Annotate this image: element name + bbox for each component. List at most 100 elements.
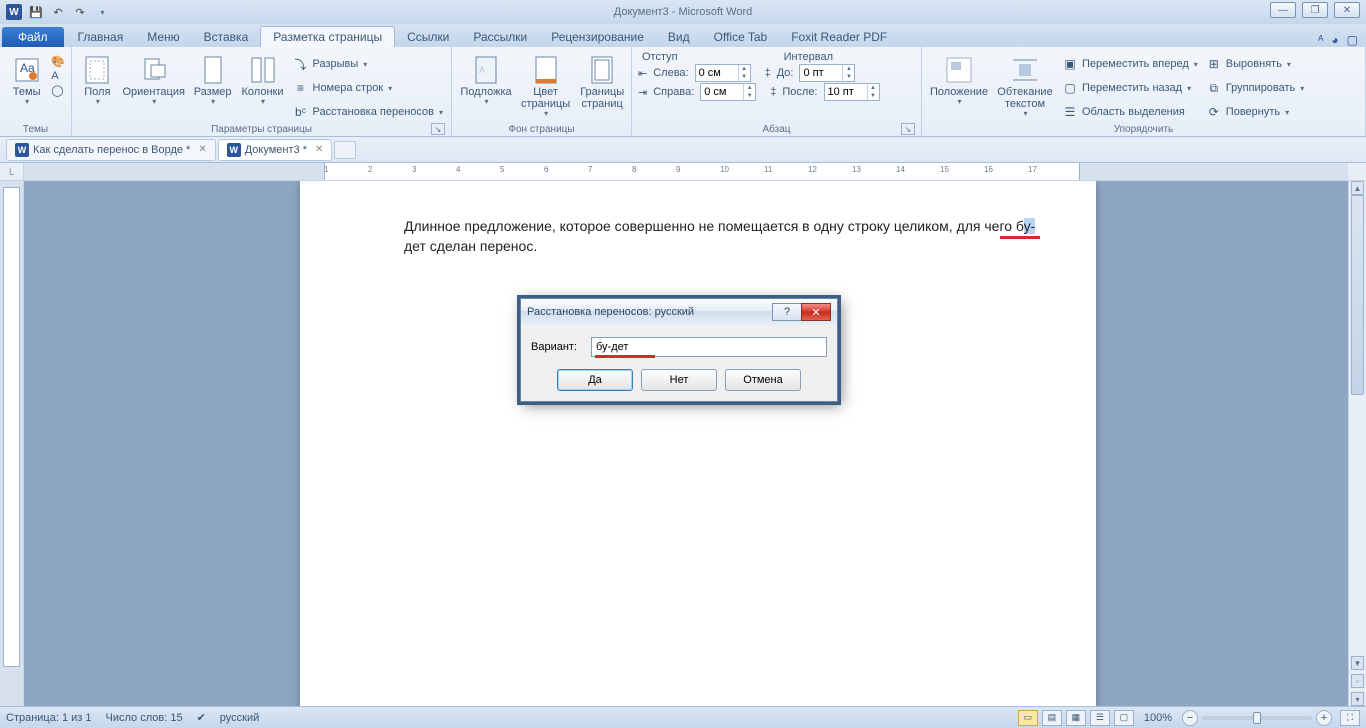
title-bar: W 💾 ↶ ↷ ▾ Документ3 - Microsoft Word — ❐… xyxy=(0,0,1366,24)
tab-mailings[interactable]: Рассылки xyxy=(461,27,539,47)
status-words[interactable]: Число слов: 15 xyxy=(106,712,183,724)
qat-customize-icon[interactable]: ▾ xyxy=(92,3,112,21)
page-borders-button[interactable]: Границы страниц xyxy=(577,51,627,113)
line-numbers-button[interactable]: ≡Номера строк▾ xyxy=(291,77,446,99)
theme-colors-icon[interactable]: 🎨 xyxy=(51,55,65,68)
tab-insert[interactable]: Вставка xyxy=(192,27,261,47)
variant-input[interactable] xyxy=(591,337,827,357)
scroll-up-icon[interactable]: ▲ xyxy=(1351,181,1364,195)
size-button[interactable]: Размер▾ xyxy=(191,51,235,110)
reading-view[interactable]: ▤ xyxy=(1042,710,1062,726)
send-backward-icon: ▢ xyxy=(1062,80,1078,96)
page-color-button[interactable]: Цвет страницы▾ xyxy=(518,51,573,122)
status-page[interactable]: Страница: 1 из 1 xyxy=(6,712,92,724)
page-setup-launcher[interactable]: ↘ xyxy=(431,123,445,135)
send-backward-button[interactable]: ▢Переместить назад▾ xyxy=(1060,77,1200,99)
tab-review[interactable]: Рецензирование xyxy=(539,27,656,47)
bring-forward-icon: ▣ xyxy=(1062,56,1078,72)
web-view[interactable]: ▦ xyxy=(1066,710,1086,726)
align-button[interactable]: ⊞Выровнять▾ xyxy=(1204,53,1307,75)
line-numbers-icon: ≡ xyxy=(293,80,309,96)
tab-office-tab[interactable]: Office Tab xyxy=(702,27,780,47)
hruler[interactable]: 1234567891011121314151617 xyxy=(24,163,1348,180)
collapse-ribbon-icon[interactable]: ▢ xyxy=(1347,33,1358,47)
themes-button[interactable]: Aa Темы▾ xyxy=(6,51,47,110)
proofing-icon[interactable]: ✔ xyxy=(197,711,206,724)
margins-button[interactable]: Поля▾ xyxy=(78,51,117,110)
tab-foxit[interactable]: Foxit Reader PDF xyxy=(779,27,899,47)
position-button[interactable]: Положение▾ xyxy=(928,51,990,110)
dialog-close-button[interactable]: ✕ xyxy=(801,303,831,321)
draft-view[interactable]: ▢ xyxy=(1114,710,1134,726)
indent-right-input[interactable]: ▲▼ xyxy=(700,83,756,101)
tab-references[interactable]: Ссылки xyxy=(395,27,461,47)
spacing-after-icon: ‡ xyxy=(770,86,776,98)
hyphenation-dialog: Расстановка переносов: русский ? ✕ Вариа… xyxy=(520,298,838,402)
help-icon[interactable]: ◕ xyxy=(1331,33,1338,47)
style-icon[interactable]: ᴬ xyxy=(1318,33,1323,47)
status-language[interactable]: русский xyxy=(220,712,259,724)
wrap-button[interactable]: Обтекание текстом▾ xyxy=(994,51,1056,122)
page: Длинное предложение, которое совершенно … xyxy=(300,181,1096,706)
app-icon[interactable]: W xyxy=(4,3,24,21)
close-tab-icon[interactable]: ✕ xyxy=(315,144,323,155)
doc-tab-2[interactable]: WДокумент3 *✕ xyxy=(218,139,333,161)
tab-page-layout[interactable]: Разметка страницы xyxy=(260,26,395,47)
fit-page-button[interactable]: ⛶ xyxy=(1340,710,1360,726)
save-icon[interactable]: 💾 xyxy=(26,3,46,21)
restore-button[interactable]: ❐ xyxy=(1302,2,1328,18)
watermark-button[interactable]: AПодложка▾ xyxy=(458,51,514,110)
ribbon: Aa Темы▾ 🎨 A ◯ Темы Поля▾ Ориентация▾ Ра… xyxy=(0,47,1366,137)
ruler-corner: L xyxy=(0,163,24,180)
tab-home[interactable]: Главная xyxy=(66,27,136,47)
align-icon: ⊞ xyxy=(1206,56,1222,72)
close-tab-icon[interactable]: ✕ xyxy=(198,144,206,155)
yes-button[interactable]: Да xyxy=(557,369,633,391)
dialog-help-button[interactable]: ? xyxy=(772,303,802,321)
tab-view[interactable]: Вид xyxy=(656,27,702,47)
vertical-scrollbar[interactable]: ▲ ▼ ◦ ▾ xyxy=(1348,181,1366,706)
dialog-titlebar[interactable]: Расстановка переносов: русский ? ✕ xyxy=(521,299,837,325)
undo-icon[interactable]: ↶ xyxy=(48,3,68,21)
selection-pane-button[interactable]: ☰Область выделения xyxy=(1060,101,1200,123)
rotate-button[interactable]: ⟳Повернуть▾ xyxy=(1204,101,1307,123)
size-icon xyxy=(197,54,229,86)
zoom-slider[interactable] xyxy=(1202,716,1312,720)
indent-left-input[interactable]: ▲▼ xyxy=(695,64,751,82)
theme-fonts-icon[interactable]: A xyxy=(51,70,65,82)
doc-tab-1[interactable]: WКак сделать перенос в Ворде *✕ xyxy=(6,139,216,161)
new-tab-button[interactable] xyxy=(334,141,356,159)
breaks-button[interactable]: ⤵Разрывы▾ xyxy=(291,53,446,75)
theme-effects-icon[interactable]: ◯ xyxy=(51,84,65,97)
page-canvas[interactable]: Длинное предложение, которое совершенно … xyxy=(24,181,1348,706)
print-layout-view[interactable]: ▭ xyxy=(1018,710,1038,726)
spacing-before-input[interactable]: ▲▼ xyxy=(799,64,855,82)
next-page-icon[interactable]: ▾ xyxy=(1351,692,1364,706)
ruler-vertical[interactable] xyxy=(0,181,24,706)
orientation-button[interactable]: Ориентация▾ xyxy=(121,51,187,110)
zoom-label[interactable]: 100% xyxy=(1144,712,1172,724)
group-objects-button[interactable]: ⧉Группировать▾ xyxy=(1204,77,1307,99)
indent-right-icon: ⇥ xyxy=(638,86,647,99)
scroll-down-icon[interactable]: ▼ xyxy=(1351,656,1364,670)
cancel-button[interactable]: Отмена xyxy=(725,369,801,391)
spacing-after-input[interactable]: ▲▼ xyxy=(824,83,880,101)
scroll-thumb[interactable] xyxy=(1351,195,1364,395)
document-text[interactable]: Длинное предложение, которое совершенно … xyxy=(404,217,1044,257)
zoom-in-button[interactable]: + xyxy=(1316,710,1332,726)
close-window-button[interactable]: ✕ xyxy=(1334,2,1360,18)
minimize-button[interactable]: — xyxy=(1270,2,1296,18)
no-button[interactable]: Нет xyxy=(641,369,717,391)
borders-icon xyxy=(586,54,618,86)
paragraph-launcher[interactable]: ↘ xyxy=(901,123,915,135)
file-tab[interactable]: Файл xyxy=(2,27,64,47)
redo-icon[interactable]: ↷ xyxy=(70,3,90,21)
columns-button[interactable]: Колонки▾ xyxy=(239,51,287,110)
hyphenation-button[interactable]: bᶜРасстановка переносов▾ xyxy=(291,101,446,123)
indent-left-icon: ⇤ xyxy=(638,67,647,80)
prev-page-icon[interactable]: ◦ xyxy=(1351,674,1364,688)
zoom-out-button[interactable]: − xyxy=(1182,710,1198,726)
bring-forward-button[interactable]: ▣Переместить вперед▾ xyxy=(1060,53,1200,75)
outline-view[interactable]: ☰ xyxy=(1090,710,1110,726)
tab-menu[interactable]: Меню xyxy=(135,27,191,47)
